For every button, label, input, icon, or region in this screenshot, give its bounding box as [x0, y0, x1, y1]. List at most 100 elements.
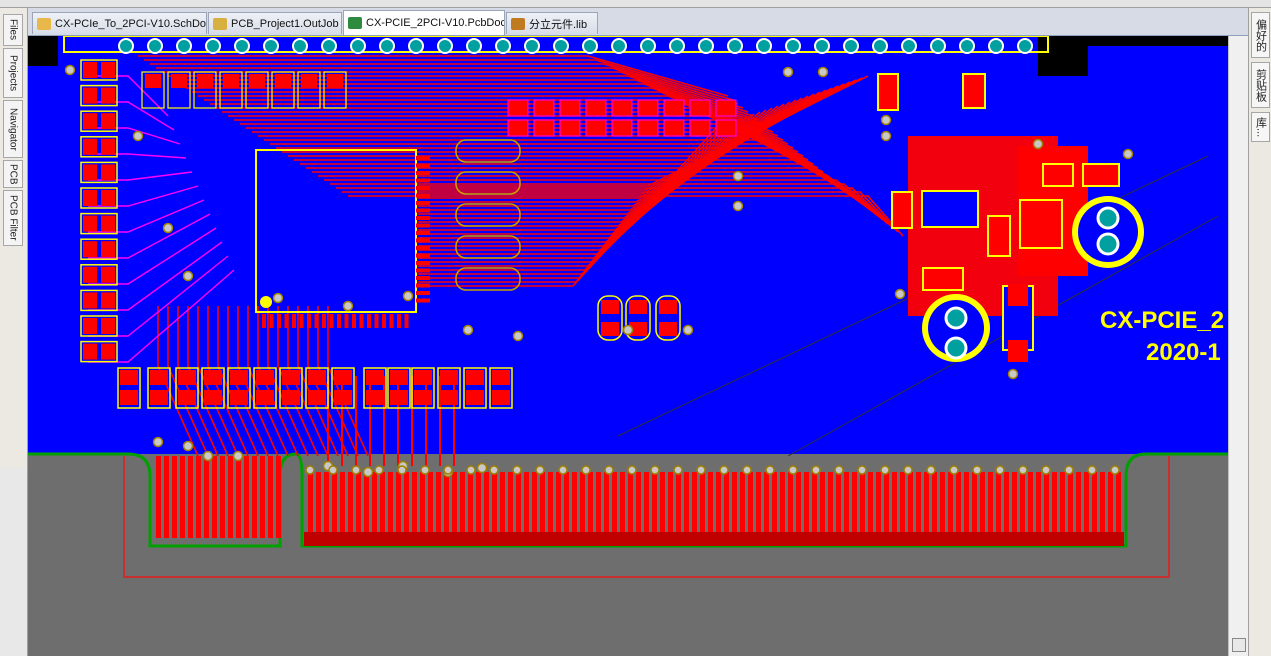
- ic-pin: [322, 314, 326, 328]
- gold-finger: [660, 472, 665, 538]
- board-date: 2020-1: [1146, 339, 1221, 366]
- gold-finger: [364, 472, 369, 538]
- gold-finger: [524, 472, 529, 538]
- gold-finger: [1108, 472, 1113, 538]
- ic-pin: [329, 314, 334, 328]
- header-pin: [379, 38, 395, 54]
- gold-finger: [1012, 472, 1017, 538]
- header-pin: [785, 38, 801, 54]
- header-pin: [234, 38, 250, 54]
- smd-pad: [414, 390, 432, 405]
- vertical-scrollbar[interactable]: [1228, 36, 1248, 656]
- gold-finger: [540, 472, 545, 538]
- pcb-board-drawing: CX-PCIE_2 2020-1: [28, 36, 1228, 656]
- d1-pad: [1008, 284, 1028, 306]
- smd-pad: [507, 119, 529, 137]
- header-pin: [263, 38, 279, 54]
- gold-finger: [884, 472, 889, 538]
- via: [949, 465, 959, 475]
- ic-pin: [307, 314, 311, 328]
- gold-finger: [380, 472, 385, 538]
- panel-tab-label: Navigator: [7, 107, 19, 151]
- via: [782, 66, 794, 78]
- tab-outjob[interactable]: PCB_Project1.OutJob: [208, 12, 342, 34]
- via: [903, 465, 913, 475]
- via: [1018, 465, 1028, 475]
- gold-finger: [412, 472, 417, 538]
- tab-library[interactable]: 分立元件.lib: [506, 12, 598, 34]
- tab-pcbdoc[interactable]: CX-PCIE_2PCI-V10.PcbDoc: [343, 10, 505, 35]
- via: [132, 130, 144, 142]
- gold-finger: [1028, 472, 1033, 538]
- smd-pad: [101, 266, 115, 283]
- smd-pad: [101, 343, 115, 360]
- via: [880, 130, 892, 142]
- smd-pad: [83, 318, 97, 334]
- gold-finger: [868, 472, 873, 538]
- gold-finger: [580, 472, 585, 538]
- smd-pad: [659, 322, 677, 336]
- smd-pad: [230, 390, 248, 405]
- via: [272, 292, 284, 304]
- left-panel-dock: Files Projects Navigator PCB PCB Filter: [0, 8, 28, 468]
- smd-pad: [440, 370, 458, 385]
- gold-finger: [956, 472, 961, 538]
- panel-tab-pcb[interactable]: PCB: [3, 160, 23, 188]
- gold-finger: [948, 472, 953, 538]
- header-pin: [176, 38, 192, 54]
- header-pin: [988, 38, 1004, 54]
- keepout-line: [123, 576, 1168, 578]
- ic-pin: [416, 156, 430, 160]
- smd-pad: [83, 113, 97, 130]
- ic-pin: [416, 283, 430, 288]
- panel-tab-projects[interactable]: Projects: [3, 48, 23, 98]
- via: [834, 465, 844, 475]
- ic-pin: [416, 186, 430, 190]
- gold-finger: [516, 472, 521, 538]
- gold-finger: [372, 472, 377, 538]
- pcb-canvas[interactable]: CX-PCIE_2 2020-1: [28, 36, 1228, 656]
- gold-finger: [156, 456, 161, 538]
- c95-pad: [877, 73, 899, 111]
- gold-finger: [1060, 472, 1065, 538]
- panel-tab-files[interactable]: Files: [3, 14, 23, 46]
- smd-pad: [101, 164, 115, 181]
- gold-finger: [1092, 472, 1097, 538]
- gold-finger: [1052, 472, 1057, 538]
- header-pin: [959, 38, 975, 54]
- library-icon: [511, 17, 525, 30]
- smd-pad: [145, 74, 161, 88]
- gold-finger: [396, 472, 401, 538]
- gold-finger: [740, 472, 745, 538]
- via: [1122, 148, 1134, 160]
- l1-inductor: [1019, 199, 1063, 249]
- smd-pad: [178, 370, 196, 385]
- tab-schematic[interactable]: CX-PCIe_To_2PCI-V10.SchDoc: [32, 12, 207, 34]
- via: [857, 465, 867, 475]
- scroll-down-button[interactable]: [1232, 638, 1246, 652]
- smd-pad: [101, 215, 115, 232]
- panel-tab-clipboard[interactable]: 剪贴板: [1251, 62, 1270, 108]
- gold-finger: [204, 456, 209, 538]
- smd-pad: [414, 370, 432, 385]
- gold-finger: [708, 472, 713, 538]
- via: [880, 465, 890, 475]
- c1-pad: [944, 306, 968, 330]
- gold-finger: [172, 456, 177, 538]
- gold-finger: [308, 472, 313, 538]
- r2-pad: [891, 191, 913, 229]
- gold-finger: [732, 472, 737, 538]
- via: [342, 300, 354, 312]
- panel-tab-pcb-filter[interactable]: PCB Filter: [3, 190, 23, 246]
- panel-tab-navigator[interactable]: Navigator: [3, 100, 23, 158]
- gold-finger: [236, 456, 241, 538]
- header-pin: [524, 38, 540, 54]
- c3-pad: [987, 215, 1011, 257]
- gold-finger: [684, 472, 689, 538]
- panel-tab-favorites[interactable]: 偏好的: [1251, 12, 1270, 58]
- smd-pad: [150, 390, 168, 405]
- gold-finger: [700, 472, 705, 538]
- ic-pin: [416, 171, 430, 175]
- smd-pad: [611, 119, 633, 137]
- panel-tab-libraries[interactable]: 库...: [1251, 112, 1270, 142]
